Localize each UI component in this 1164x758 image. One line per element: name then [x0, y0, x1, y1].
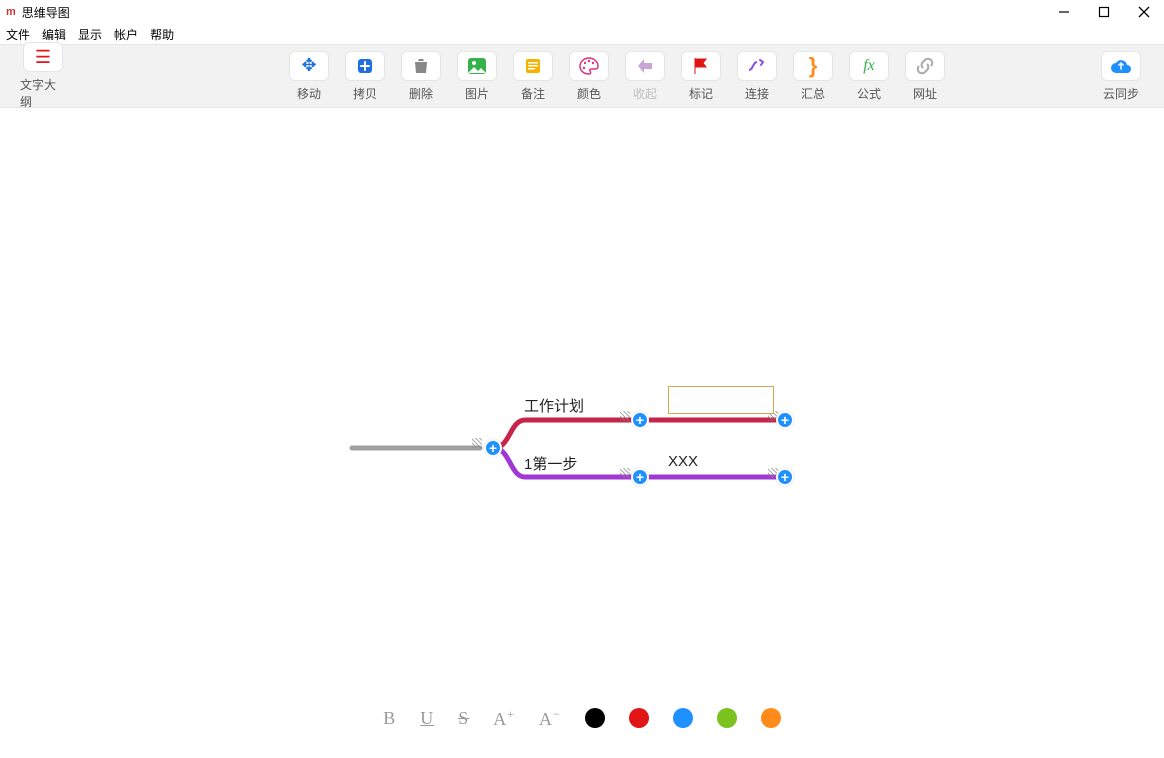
formula-icon: fx	[863, 57, 875, 75]
node-n2[interactable]: 1第一步	[524, 453, 577, 474]
fontdec-button[interactable]: A−	[539, 707, 561, 730]
cloud-icon	[1110, 58, 1132, 74]
toolbar: ☰ 文字大纲 ✥ 移动 拷贝 删除 图片 备注 颜色	[0, 44, 1164, 108]
flag-icon	[693, 57, 709, 75]
trash-icon	[412, 57, 430, 75]
note-button[interactable]: 备注	[510, 51, 556, 102]
copy-button[interactable]: 拷贝	[342, 51, 388, 102]
node-n4[interactable]: XXX	[668, 453, 698, 470]
resize-handle[interactable]	[472, 438, 482, 448]
move-icon: ✥	[301, 55, 316, 76]
menu-account[interactable]: 帐户	[114, 26, 138, 43]
copy-icon	[355, 56, 375, 76]
window-titlebar: m 思维导图	[0, 0, 1164, 24]
formula-button[interactable]: fx 公式	[846, 51, 892, 102]
palette-icon	[579, 57, 599, 75]
add-child-n2[interactable]: +	[631, 468, 649, 486]
connect-icon	[747, 58, 767, 74]
menu-help[interactable]: 帮助	[150, 26, 174, 43]
cloudsync-button[interactable]: 云同步	[1098, 51, 1144, 102]
menu-edit[interactable]: 编辑	[42, 26, 66, 43]
menu-bar: 文件 编辑 显示 帐户 帮助	[0, 24, 1164, 44]
brace-icon: }	[809, 53, 818, 79]
resize-handle[interactable]	[620, 468, 630, 478]
window-title: 思维导图	[22, 4, 70, 21]
strike-button[interactable]: S	[458, 708, 469, 729]
collapse-icon	[636, 58, 654, 74]
node-n1[interactable]: 工作计划	[524, 395, 584, 416]
window-controls	[1044, 0, 1164, 24]
link-icon	[916, 57, 934, 75]
delete-button[interactable]: 删除	[398, 51, 444, 102]
maximize-button[interactable]	[1084, 0, 1124, 24]
add-child-n1[interactable]: +	[631, 411, 649, 429]
underline-button[interactable]: U	[420, 708, 434, 729]
image-icon	[467, 57, 487, 75]
resize-handle[interactable]	[620, 411, 630, 421]
app-logo: m	[6, 6, 16, 18]
move-button[interactable]: ✥ 移动	[286, 51, 332, 102]
color-button[interactable]: 颜色	[566, 51, 612, 102]
summary-button[interactable]: } 汇总	[790, 51, 836, 102]
color-green[interactable]	[717, 708, 737, 728]
note-icon	[524, 57, 542, 75]
outline-button[interactable]: ☰ 文字大纲	[20, 42, 66, 110]
color-black[interactable]	[585, 708, 605, 728]
color-red[interactable]	[629, 708, 649, 728]
add-child-n4[interactable]: +	[776, 468, 794, 486]
close-button[interactable]	[1124, 0, 1164, 24]
menu-file[interactable]: 文件	[6, 26, 30, 43]
image-button[interactable]: 图片	[454, 51, 500, 102]
mark-button[interactable]: 标记	[678, 51, 724, 102]
minimize-button[interactable]	[1044, 0, 1084, 24]
add-child-n3[interactable]: +	[776, 411, 794, 429]
node-n3-selected[interactable]	[668, 386, 774, 414]
collapse-button[interactable]: 收起	[622, 51, 668, 102]
fontinc-button[interactable]: A+	[493, 707, 515, 730]
color-orange[interactable]	[761, 708, 781, 728]
add-child-root[interactable]: +	[484, 439, 502, 457]
menu-view[interactable]: 显示	[78, 26, 102, 43]
bold-button[interactable]: B	[383, 708, 396, 729]
connect-button[interactable]: 连接	[734, 51, 780, 102]
mindmap-canvas[interactable]: 工作计划 1第一步 XXX + + + + +	[0, 108, 1164, 700]
list-icon: ☰	[35, 47, 51, 68]
color-blue[interactable]	[673, 708, 693, 728]
url-button[interactable]: 网址	[902, 51, 948, 102]
format-bar: B U S A+ A−	[0, 698, 1164, 738]
